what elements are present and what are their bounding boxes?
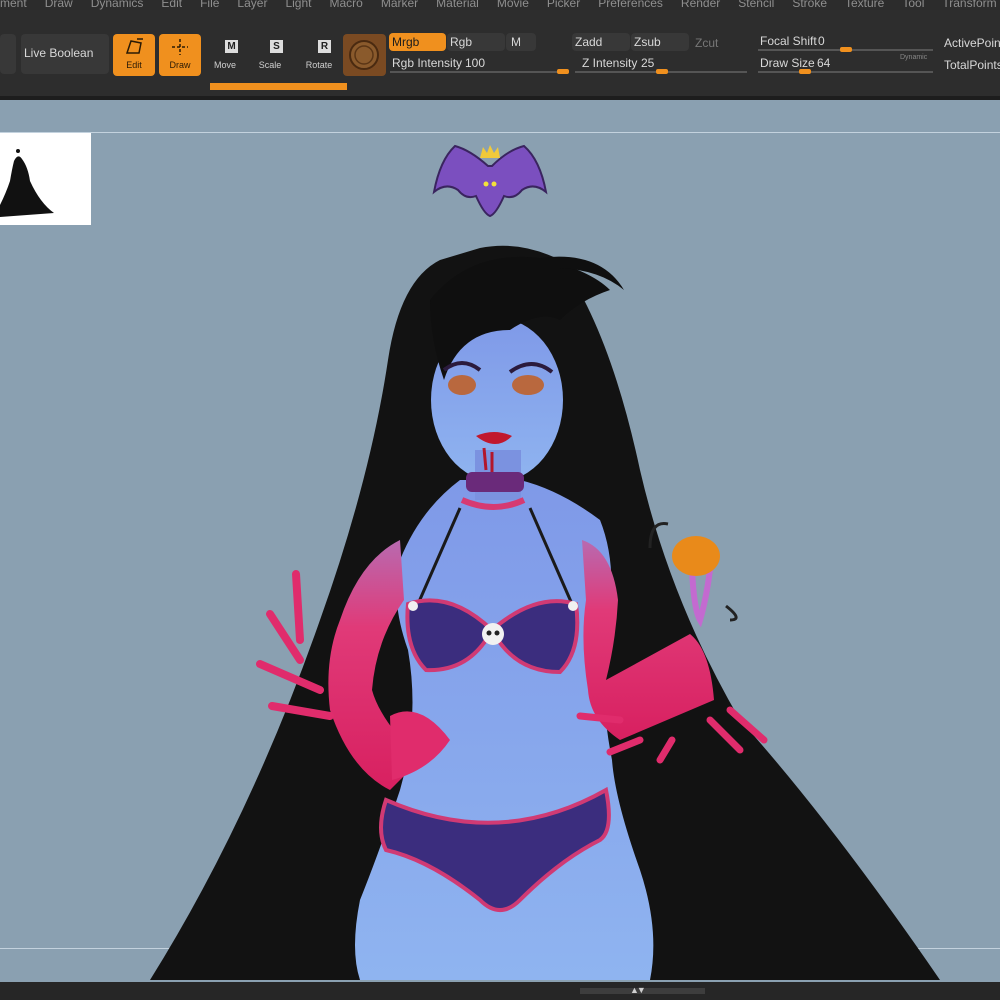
menu-item-picker[interactable]: Picker bbox=[547, 0, 580, 10]
zsub-label: Zsub bbox=[634, 35, 661, 49]
zsub-toggle[interactable]: Zsub bbox=[631, 33, 689, 51]
draw-size-slider-knob[interactable] bbox=[799, 69, 811, 74]
focal-shift-slider-knob[interactable] bbox=[840, 47, 852, 52]
menu-item-draw[interactable]: Draw bbox=[45, 0, 73, 10]
focal-shift-label: Focal Shift bbox=[760, 34, 817, 48]
move-key-icon: M bbox=[225, 40, 238, 53]
draw-size-slider[interactable] bbox=[758, 71, 933, 73]
m-toggle[interactable]: M bbox=[506, 33, 536, 51]
bottom-scroll-handle[interactable]: ▲▼ bbox=[580, 985, 705, 995]
draw-size-value: 64 bbox=[817, 56, 831, 70]
bat-ornament-icon bbox=[432, 144, 548, 218]
menu-item-stencil[interactable]: Stencil bbox=[738, 0, 774, 10]
live-boolean-button[interactable]: Live Boolean bbox=[21, 34, 109, 74]
rgb-label: Rgb bbox=[450, 35, 473, 49]
menu-item-preferences[interactable]: Preferences bbox=[598, 0, 663, 10]
rgb-intensity-slider[interactable] bbox=[390, 71, 568, 73]
menu-item-stroke[interactable]: Stroke bbox=[792, 0, 827, 10]
menu-item-material[interactable]: Material bbox=[436, 0, 479, 10]
document-canvas[interactable] bbox=[0, 100, 1000, 982]
scale-button[interactable]: S Scale bbox=[250, 36, 290, 78]
rotate-button[interactable]: R Rotate bbox=[298, 36, 340, 78]
move-label: Move bbox=[213, 60, 236, 70]
menu-item-movie[interactable]: Movie bbox=[497, 0, 529, 10]
live-boolean-label: Live Boolean bbox=[24, 46, 94, 60]
top-toolbar: Live Boolean Edit Draw M Move S Scale R … bbox=[0, 10, 1000, 97]
transform-mode-indicator bbox=[210, 83, 347, 90]
edit-label: Edit bbox=[126, 60, 142, 70]
draw-button[interactable]: Draw bbox=[159, 34, 201, 76]
menu-item-dynamics[interactable]: Dynamics bbox=[91, 0, 144, 10]
bottom-shelf: ▲▼ bbox=[0, 982, 1000, 1000]
focal-shift-value: 0 bbox=[818, 34, 825, 48]
material-sphere-icon bbox=[349, 40, 379, 70]
mrgb-label: Mrgb bbox=[392, 35, 420, 49]
m-label: M bbox=[511, 35, 521, 49]
menu-item-transform[interactable]: Transform bbox=[942, 0, 996, 10]
menu-bar: ment Draw Dynamics Edit File Layer Light Macro M… bbox=[0, 0, 1000, 10]
active-points-label: ActivePoin bbox=[944, 36, 1000, 50]
rotate-label: Rotate bbox=[305, 60, 333, 70]
z-intensity-label: Z Intensity bbox=[582, 56, 638, 70]
menu-item-macro[interactable]: Macro bbox=[329, 0, 362, 10]
z-intensity-value: 25 bbox=[641, 56, 655, 70]
tool-swatch[interactable] bbox=[0, 34, 16, 74]
rgb-intensity-label: Rgb Intensity bbox=[392, 56, 463, 70]
dynamic-toggle[interactable]: Dynamic bbox=[900, 54, 927, 61]
draw-size-label: Draw Size bbox=[760, 56, 815, 70]
rgb-toggle[interactable]: Rgb bbox=[447, 33, 505, 51]
rgb-intensity-slider-knob[interactable] bbox=[557, 69, 569, 74]
menu-item-render[interactable]: Render bbox=[681, 0, 720, 10]
total-points-label: TotalPoints bbox=[944, 58, 1000, 72]
menu-item-edit[interactable]: Edit bbox=[161, 0, 182, 10]
scale-key-icon: S bbox=[270, 40, 283, 53]
zadd-toggle[interactable]: Zadd bbox=[572, 33, 630, 51]
menu-item-layer[interactable]: Layer bbox=[237, 0, 267, 10]
collapse-arrows-icon[interactable]: ▲▼ bbox=[630, 985, 646, 995]
material-button[interactable] bbox=[343, 34, 386, 76]
zcut-label[interactable]: Zcut bbox=[695, 36, 718, 50]
edit-icon bbox=[125, 38, 143, 54]
menu-item-ment[interactable]: ment bbox=[0, 0, 27, 10]
menu-item-marker[interactable]: Marker bbox=[381, 0, 418, 10]
zadd-label: Zadd bbox=[575, 35, 603, 49]
scale-label: Scale bbox=[258, 60, 282, 70]
edit-button[interactable]: Edit bbox=[113, 34, 155, 76]
menu-items: ment Draw Dynamics Edit File Layer Light Macro M… bbox=[0, 0, 1000, 10]
rgb-intensity-value: 100 bbox=[465, 56, 486, 70]
skull-icon bbox=[482, 623, 504, 645]
move-button[interactable]: M Move bbox=[205, 36, 245, 78]
draw-icon bbox=[172, 39, 188, 55]
z-intensity-slider-knob[interactable] bbox=[656, 69, 668, 74]
rotate-key-icon: R bbox=[318, 40, 331, 53]
menu-item-file[interactable]: File bbox=[200, 0, 219, 10]
menu-item-tool[interactable]: Tool bbox=[902, 0, 924, 10]
menu-item-light[interactable]: Light bbox=[285, 0, 311, 10]
mrgb-toggle[interactable]: Mrgb bbox=[389, 33, 446, 51]
draw-label: Draw bbox=[169, 60, 191, 70]
sculpt-model bbox=[150, 144, 940, 980]
menu-item-texture[interactable]: Texture bbox=[845, 0, 884, 10]
